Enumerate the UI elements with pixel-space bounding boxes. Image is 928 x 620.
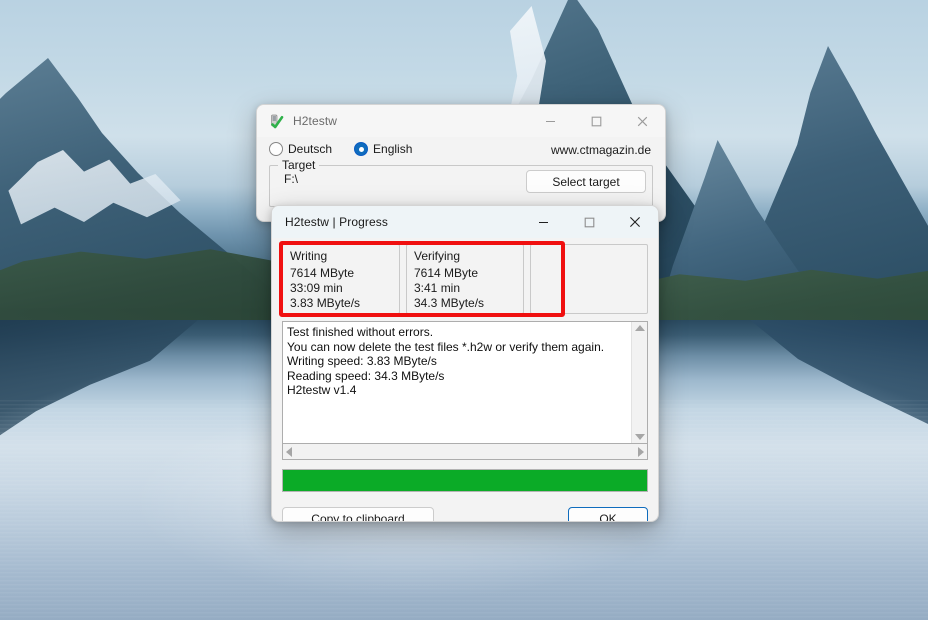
progress-window-controls [520, 206, 658, 238]
maximize-icon[interactable] [573, 105, 619, 137]
stats-row: Writing 7614 MByte 33:09 min 3.83 MByte/… [282, 244, 648, 314]
writing-time: 33:09 min [290, 281, 343, 295]
scroll-down-arrow-icon[interactable] [634, 434, 645, 440]
log-textarea[interactable]: Test finished without errors. You can no… [282, 321, 648, 444]
h2testw-app-icon [268, 113, 284, 129]
radio-deutsch-label: Deutsch [288, 142, 333, 156]
target-groupbox: Target F:\ Select target [269, 158, 653, 207]
mountain-snow-left [8, 150, 181, 225]
close-icon[interactable] [619, 105, 665, 137]
scroll-up-arrow-icon[interactable] [634, 325, 645, 331]
progress-window-body: Writing 7614 MByte 33:09 min 3.83 MByte/… [272, 238, 658, 521]
empty-stat-box [530, 244, 648, 314]
close-icon[interactable] [612, 206, 658, 238]
log-text-content: Test finished without errors. You can no… [287, 325, 605, 397]
ctmagazin-url: www.ctmagazin.de [550, 143, 651, 157]
select-target-button[interactable]: Select target [526, 170, 646, 193]
main-window-title: H2testw [293, 114, 338, 128]
writing-stat-box: Writing 7614 MByte 33:09 min 3.83 MByte/… [282, 244, 400, 314]
main-window-titlebar[interactable]: H2testw [257, 105, 665, 137]
verifying-stat-box: Verifying 7614 MByte 3:41 min 34.3 MByte… [406, 244, 524, 314]
log-vertical-scrollbar[interactable] [631, 322, 647, 443]
copy-to-clipboard-button[interactable]: Copy to clipboard [282, 507, 434, 521]
radio-deutsch[interactable]: Deutsch [269, 142, 332, 156]
radio-english-label: English [373, 142, 413, 156]
log-horizontal-scrollbar[interactable] [282, 444, 648, 460]
main-window-body: Deutsch English www.ctmagazin.de Target … [257, 142, 665, 207]
radio-english-circle-icon [354, 142, 369, 156]
radio-deutsch-circle-icon [269, 142, 283, 156]
verifying-heading: Verifying [414, 249, 461, 263]
minimize-icon[interactable] [527, 105, 573, 137]
ok-button[interactable]: OK [568, 507, 648, 521]
maximize-icon[interactable] [566, 206, 612, 238]
writing-size: 7614 MByte [290, 266, 355, 280]
verifying-size: 7614 MByte [414, 266, 479, 280]
scroll-right-arrow-icon[interactable] [638, 446, 644, 457]
target-groupbox-legend: Target [278, 158, 320, 172]
progress-bar-fill [283, 470, 647, 491]
minimize-icon[interactable] [520, 206, 566, 238]
scroll-left-arrow-icon[interactable] [286, 446, 292, 457]
h2testw-progress-window[interactable]: H2testw | Progress Writing 7614 MByte 33… [271, 205, 659, 522]
writing-speed: 3.83 MByte/s [290, 296, 361, 310]
progress-window-titlebar[interactable]: H2testw | Progress [272, 206, 658, 238]
writing-heading: Writing [290, 249, 328, 263]
verifying-speed: 34.3 MByte/s [414, 296, 485, 310]
target-path-value: F:\ [284, 172, 298, 186]
desktop-background: H2testw Deutsch English www.ctmagazin.de… [0, 0, 928, 620]
progress-window-title: H2testw | Progress [285, 215, 388, 229]
language-selector: Deutsch English www.ctmagazin.de [269, 142, 653, 157]
progress-button-row: Copy to clipboard OK [282, 507, 648, 521]
progress-bar [282, 469, 648, 492]
radio-english[interactable]: English [354, 142, 412, 156]
mountain-peak-right-secondary [660, 140, 820, 310]
main-window-controls [527, 105, 665, 137]
verifying-time: 3:41 min [414, 281, 461, 295]
mountain-peak-left [0, 58, 270, 308]
radio-english-dot [358, 146, 364, 152]
mountain-peak-right [740, 46, 928, 306]
